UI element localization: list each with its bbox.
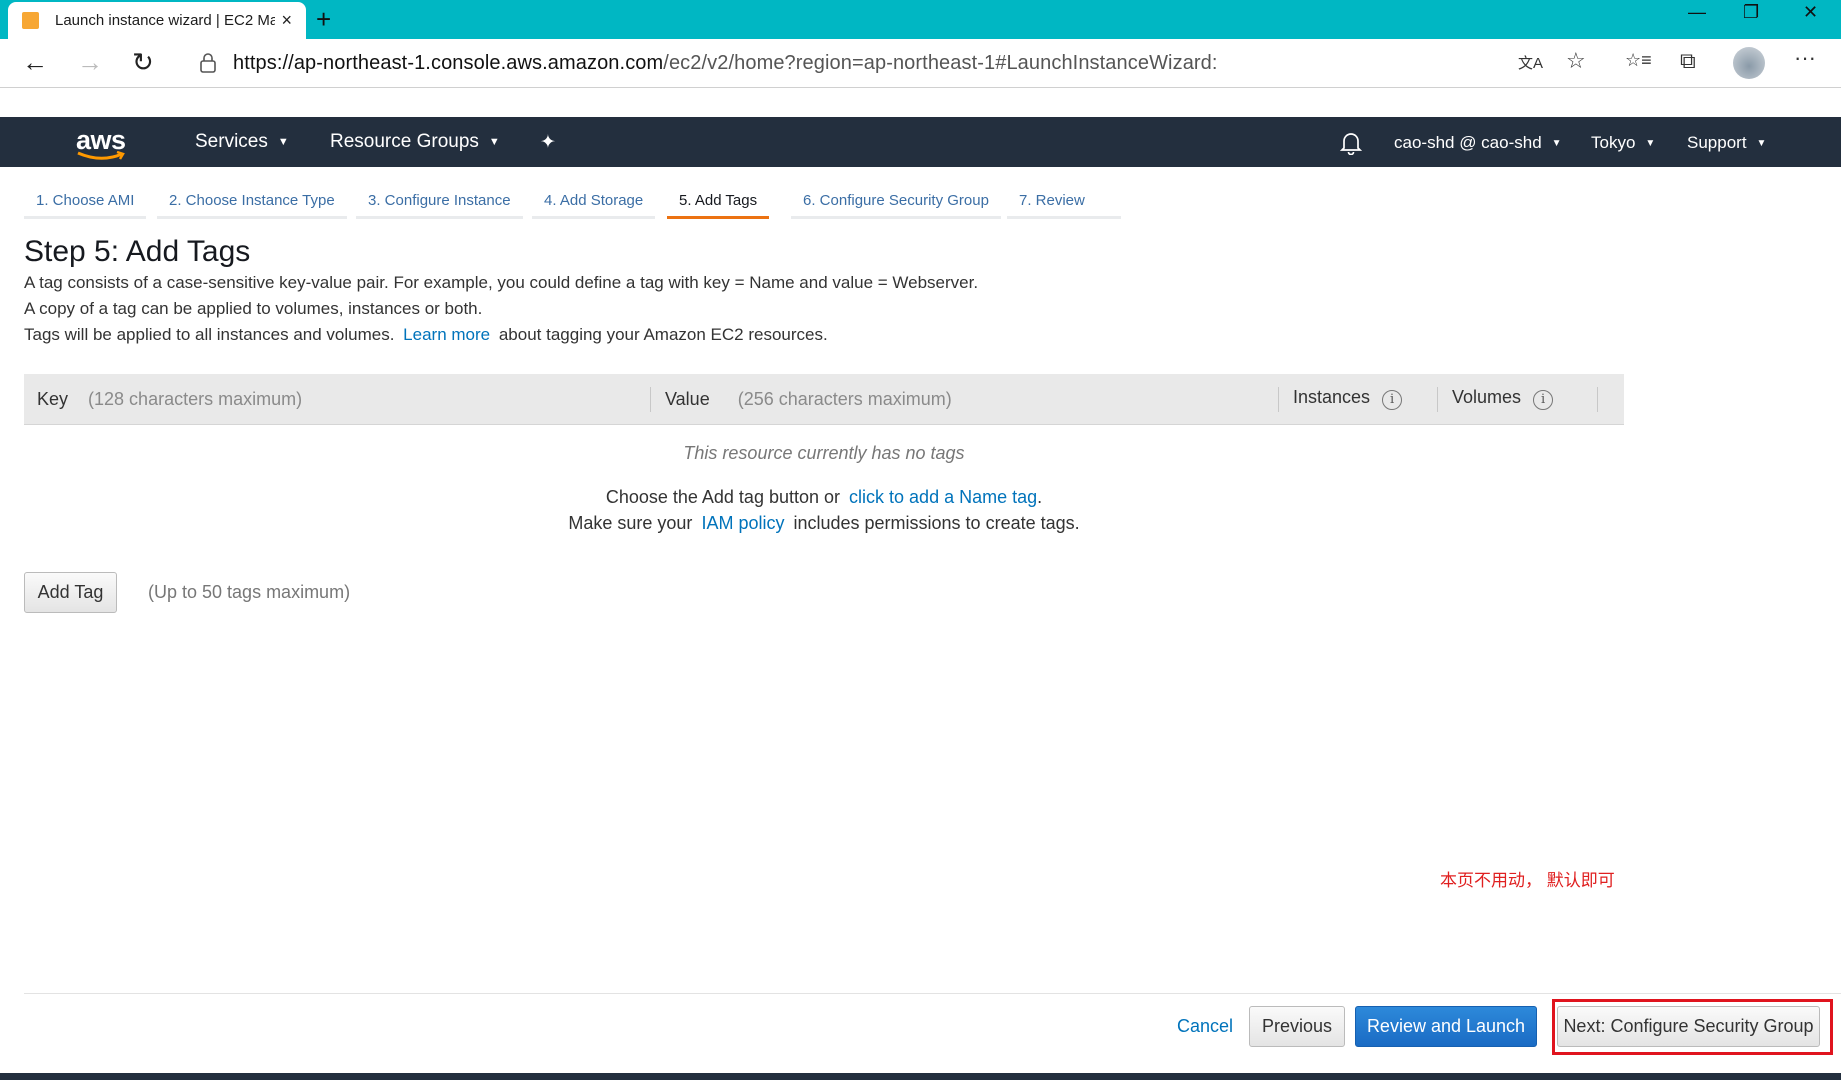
step-configure-security-group[interactable]: 6. Configure Security Group [791, 188, 1001, 219]
step-choose-ami[interactable]: 1. Choose AMI [24, 188, 147, 219]
step-review[interactable]: 7. Review [1007, 188, 1121, 219]
translate-icon[interactable]: 文A [1518, 52, 1543, 73]
highlight-box [1552, 999, 1833, 1055]
resource-groups-menu[interactable]: Resource Groups ▼ [330, 131, 500, 153]
footer-divider [24, 993, 1841, 994]
favorites-icon[interactable]: ☆≡ [1625, 50, 1652, 71]
volumes-column-header: Volumes i [1452, 387, 1554, 410]
forward-icon[interactable]: → [77, 47, 103, 78]
lock-icon [200, 53, 216, 73]
tag-limit-text: (Up to 50 tags maximum) [148, 582, 351, 602]
empty-state-hint-1: Choose the Add tag button or click to ad… [605, 487, 1043, 507]
column-divider [650, 387, 651, 412]
close-window-icon[interactable]: ✕ [1803, 2, 1818, 23]
add-tag-button[interactable]: Add Tag [24, 572, 117, 613]
restore-icon[interactable]: ❐ [1743, 2, 1759, 23]
more-menu-icon[interactable]: ··· [1794, 45, 1816, 71]
add-name-tag-link[interactable]: click to add a Name tag [849, 487, 1037, 507]
aws-favicon-icon [22, 12, 39, 29]
empty-state-message: This resource currently has no tags [683, 443, 965, 463]
column-divider [1597, 387, 1598, 412]
refresh-icon[interactable]: ↻ [132, 47, 154, 78]
collections-icon[interactable]: ⧉ [1680, 48, 1696, 74]
description-line-3: Tags will be applied to all instances an… [24, 325, 828, 345]
column-divider [1437, 387, 1438, 412]
minimize-icon[interactable]: — [1688, 2, 1706, 23]
step-add-tags[interactable]: 5. Add Tags [667, 188, 770, 219]
back-icon[interactable]: ← [22, 47, 48, 78]
url-input[interactable]: https://ap-northeast-1.console.aws.amazo… [181, 44, 1601, 82]
column-divider [1278, 387, 1279, 412]
cancel-link[interactable]: Cancel [1177, 1016, 1233, 1037]
bottom-bar [0, 1073, 1841, 1080]
empty-state-hint-2: Make sure your IAM policy includes permi… [568, 513, 1080, 533]
profile-avatar[interactable] [1733, 47, 1765, 79]
aws-top-nav: aws Services ▼ Resource Groups ▼ ✦ cao-shd… [0, 117, 1841, 167]
value-column-header: Value (256 characters maximum) [665, 389, 952, 409]
info-icon[interactable]: i [1382, 390, 1403, 410]
close-tab-icon[interactable]: × [281, 10, 292, 31]
tags-table-header: Key (128 characters maximum) Value (256 ch… [24, 374, 1624, 425]
chevron-down-icon: ▼ [277, 135, 289, 148]
services-menu[interactable]: Services ▼ [195, 131, 289, 153]
browser-tab-bar: Launch instance wizard | EC2 Ma × + — ❐ … [0, 0, 1841, 39]
learn-more-link[interactable]: Learn more [403, 325, 490, 344]
browser-tab[interactable]: Launch instance wizard | EC2 Ma × [8, 2, 306, 39]
review-and-launch-button[interactable]: Review and Launch [1355, 1006, 1537, 1047]
bell-icon[interactable] [1340, 131, 1362, 155]
chevron-down-icon: ▼ [1645, 138, 1656, 150]
support-menu[interactable]: Support ▼ [1687, 133, 1766, 153]
favorite-star-icon[interactable]: ☆ [1566, 48, 1586, 74]
new-tab-icon[interactable]: + [316, 4, 331, 35]
chevron-down-icon: ▼ [1756, 138, 1767, 150]
address-bar-row: ← → ↻ https://ap-northeast-1.console.aws… [0, 39, 1841, 88]
account-menu[interactable]: cao-shd @ cao-shd ▼ [1394, 133, 1562, 153]
annotation-note: 本页不用动， 默认即可 [1440, 871, 1615, 890]
pin-icon[interactable]: ✦ [540, 131, 556, 154]
step-add-storage[interactable]: 4. Add Storage [532, 188, 656, 219]
description-line-1: A tag consists of a case-sensitive key-v… [24, 273, 979, 292]
instances-column-header: Instances i [1293, 387, 1403, 410]
key-column-header: Key (128 characters maximum) [37, 389, 303, 409]
description-text: about tagging your Amazon EC2 resources. [498, 325, 828, 344]
info-icon[interactable]: i [1533, 390, 1554, 410]
previous-button[interactable]: Previous [1249, 1006, 1345, 1047]
description-line-2: A copy of a tag can be applied to volume… [24, 299, 483, 318]
step-choose-instance-type[interactable]: 2. Choose Instance Type [157, 188, 347, 219]
url-text: https://ap-northeast-1.console.aws.amazo… [233, 51, 1218, 74]
region-menu[interactable]: Tokyo ▼ [1591, 133, 1655, 153]
page-title: Step 5: Add Tags [24, 235, 251, 268]
description-text: Tags will be applied to all instances an… [24, 325, 395, 344]
chevron-down-icon: ▼ [488, 135, 500, 148]
tab-title: Launch instance wizard | EC2 Ma [55, 12, 275, 29]
aws-smile-icon [77, 151, 125, 160]
step-configure-instance[interactable]: 3. Configure Instance [356, 188, 523, 219]
iam-policy-link[interactable]: IAM policy [701, 513, 784, 533]
chevron-down-icon: ▼ [1551, 138, 1562, 150]
